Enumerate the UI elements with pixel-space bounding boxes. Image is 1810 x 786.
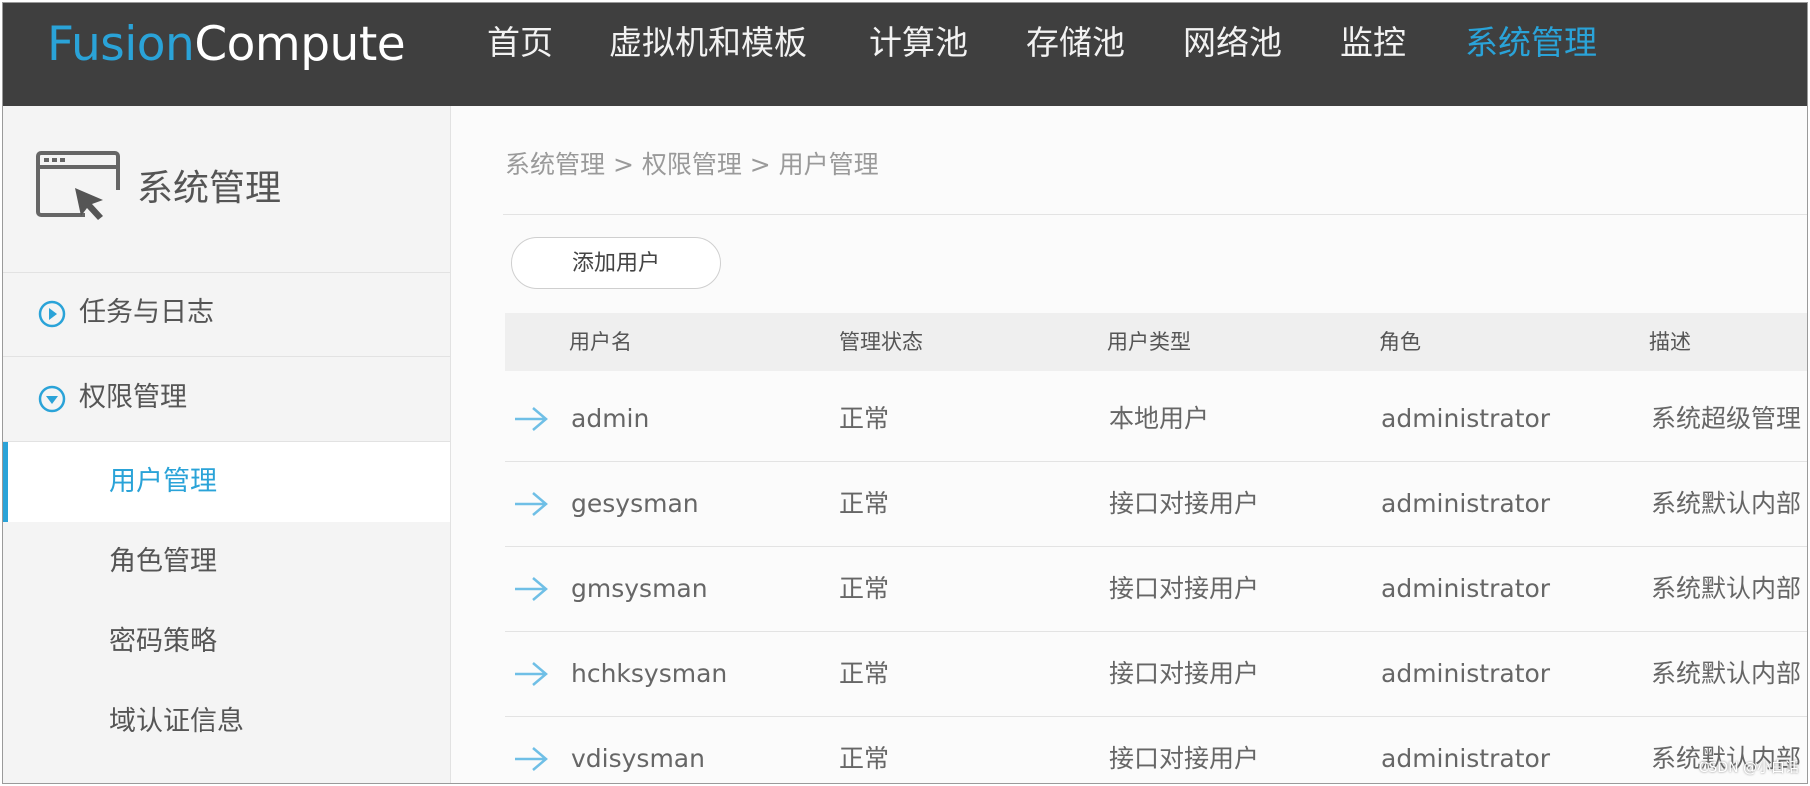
top-navigation-bar: FusionCompute 首页 虚拟机和模板 计算池 存储池 网络池 监控 系… bbox=[3, 3, 1807, 106]
cell-user-type: 接口对接用户 bbox=[1109, 489, 1260, 518]
breadcrumb: 系统管理 > 权限管理 > 用户管理 bbox=[505, 150, 879, 179]
sidebar-item-user-management[interactable]: 用户管理 bbox=[3, 442, 450, 522]
cell-status: 正常 bbox=[839, 404, 890, 433]
nav-system-management[interactable]: 系统管理 bbox=[1465, 21, 1597, 65]
nav-compute-pool[interactable]: 计算池 bbox=[869, 21, 968, 65]
cell-username: gmsysman bbox=[571, 574, 708, 603]
cell-role: administrator bbox=[1381, 489, 1551, 518]
column-header-status[interactable]: 管理状态 bbox=[839, 327, 923, 357]
table-row[interactable]: admin 正常 本地用户 administrator 系统超级管理员 bbox=[505, 377, 1807, 462]
cell-username: vdisysman bbox=[571, 744, 705, 773]
sidebar-item-password-policy[interactable]: 密码策略 bbox=[3, 602, 450, 682]
table-row[interactable]: hchksysman 正常 接口对接用户 administrator 系统默认内… bbox=[505, 632, 1807, 717]
cell-description: 系统默认内部 bbox=[1651, 574, 1801, 603]
column-header-user-type[interactable]: 用户类型 bbox=[1107, 327, 1191, 357]
cell-username: gesysman bbox=[571, 489, 699, 518]
arrow-right-icon[interactable] bbox=[511, 488, 551, 524]
sidebar-section-label: 任务与日志 bbox=[79, 297, 214, 328]
table-row[interactable]: gmsysman 正常 接口对接用户 administrator 系统默认内部 bbox=[505, 547, 1807, 632]
brand-part-fusion: Fusion bbox=[47, 17, 195, 72]
table-header: 用户名 管理状态 用户类型 角色 描述 bbox=[505, 313, 1807, 371]
cell-status: 正常 bbox=[839, 744, 890, 773]
cell-username: hchksysman bbox=[571, 659, 728, 688]
sidebar-item-domain-auth[interactable]: 域认证信息 bbox=[3, 682, 450, 762]
column-header-role[interactable]: 角色 bbox=[1379, 327, 1421, 357]
nav-storage-pool[interactable]: 存储池 bbox=[1026, 21, 1125, 65]
sidebar-section-label: 权限管理 bbox=[79, 382, 187, 413]
column-header-description[interactable]: 描述 bbox=[1649, 327, 1691, 357]
arrow-right-icon[interactable] bbox=[511, 573, 551, 609]
table-row[interactable]: vdisysman 正常 接口对接用户 administrator 系统默认内部 bbox=[505, 717, 1807, 783]
cell-role: administrator bbox=[1381, 404, 1551, 433]
sidebar-item-label: 域认证信息 bbox=[109, 706, 244, 737]
cell-status: 正常 bbox=[839, 574, 890, 603]
sidebar: 系统管理 任务与日志 权限管理 用户管理 角色管理 密码策略 域认证信息 bbox=[3, 106, 451, 783]
system-window-cursor-icon bbox=[35, 150, 123, 232]
brand-part-compute: Compute bbox=[194, 17, 406, 72]
sidebar-item-role-management[interactable]: 角色管理 bbox=[3, 522, 450, 602]
nav-monitor[interactable]: 监控 bbox=[1340, 21, 1406, 65]
cell-user-type: 本地用户 bbox=[1109, 404, 1210, 433]
brand-logo: FusionCompute bbox=[47, 17, 406, 73]
active-indicator bbox=[3, 442, 8, 522]
arrow-right-icon[interactable] bbox=[511, 403, 551, 439]
cell-role: administrator bbox=[1381, 574, 1551, 603]
arrow-right-icon[interactable] bbox=[511, 658, 551, 694]
sidebar-header: 系统管理 bbox=[3, 106, 450, 273]
cell-status: 正常 bbox=[839, 659, 890, 688]
table-row[interactable]: gesysman 正常 接口对接用户 administrator 系统默认内部 bbox=[505, 462, 1807, 547]
circle-expand-icon bbox=[38, 385, 66, 417]
column-header-username[interactable]: 用户名 bbox=[569, 327, 632, 357]
watermark: CSDN @小白话 bbox=[1698, 760, 1799, 776]
divider bbox=[503, 214, 1807, 215]
sidebar-section-tasks-logs[interactable]: 任务与日志 bbox=[3, 272, 450, 357]
cell-description: 系统默认内部 bbox=[1651, 659, 1801, 688]
sidebar-section-permissions[interactable]: 权限管理 bbox=[3, 357, 450, 442]
cell-role: administrator bbox=[1381, 659, 1551, 688]
cell-user-type: 接口对接用户 bbox=[1109, 659, 1260, 688]
cell-user-type: 接口对接用户 bbox=[1109, 574, 1260, 603]
cell-role: administrator bbox=[1381, 744, 1551, 773]
cell-user-type: 接口对接用户 bbox=[1109, 744, 1260, 773]
add-user-button[interactable]: 添加用户 bbox=[511, 237, 721, 289]
sidebar-item-label: 用户管理 bbox=[109, 466, 217, 497]
nav-network-pool[interactable]: 网络池 bbox=[1183, 21, 1282, 65]
cell-username: admin bbox=[571, 404, 650, 433]
cell-status: 正常 bbox=[839, 489, 890, 518]
nav-home[interactable]: 首页 bbox=[487, 21, 553, 65]
circle-play-icon bbox=[38, 300, 66, 332]
arrow-right-icon[interactable] bbox=[511, 743, 551, 779]
sidebar-item-label: 角色管理 bbox=[109, 546, 217, 577]
app-window: FusionCompute 首页 虚拟机和模板 计算池 存储池 网络池 监控 系… bbox=[2, 2, 1808, 784]
sidebar-item-label: 密码策略 bbox=[109, 626, 217, 657]
sidebar-title: 系统管理 bbox=[137, 168, 282, 209]
nav-vm-templates[interactable]: 虚拟机和模板 bbox=[609, 21, 807, 65]
cell-description: 系统默认内部 bbox=[1651, 489, 1801, 518]
cell-description: 系统超级管理员 bbox=[1651, 404, 1801, 433]
